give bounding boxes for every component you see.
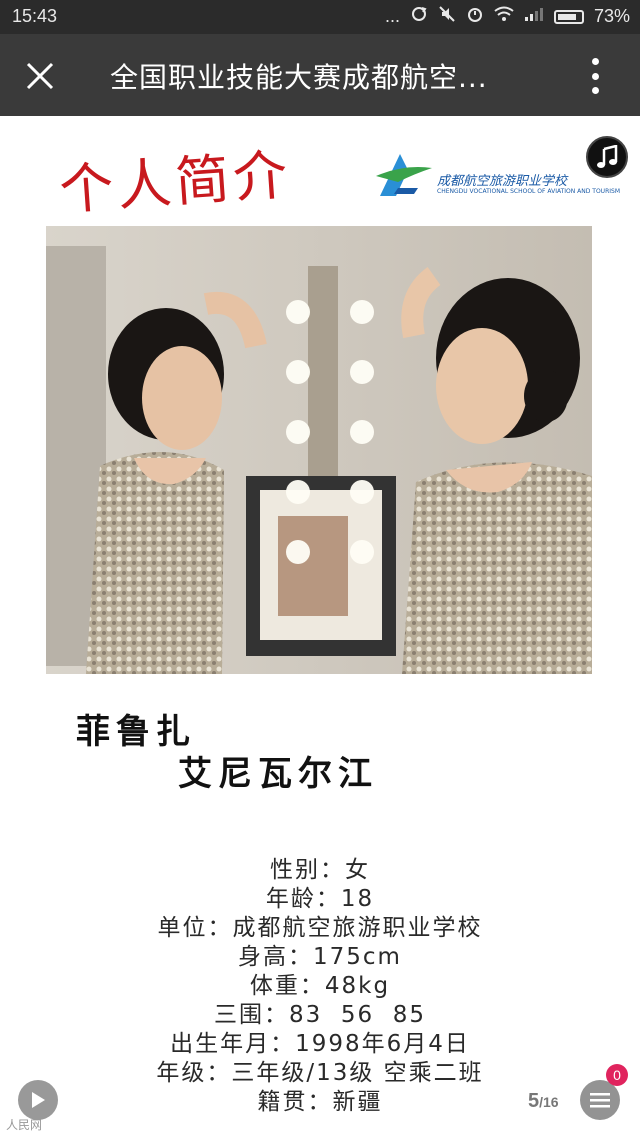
play-icon — [32, 1092, 45, 1108]
page-menu-button[interactable] — [580, 1080, 620, 1120]
watermark: 人民网 — [6, 1118, 43, 1132]
info-grade: 年级：三年级/13级 空乘二班 — [156, 1060, 484, 1086]
music-note-icon — [597, 145, 618, 168]
sync-icon — [410, 5, 428, 28]
close-icon — [26, 62, 54, 90]
more-dot — [591, 58, 599, 65]
battery-percent: 73% — [593, 6, 630, 26]
autoplay-button[interactable] — [18, 1080, 58, 1120]
nav-bar: 全国职业技能大赛成都航空... — [0, 34, 640, 116]
page-title: 全国职业技能大赛成都航空... — [110, 61, 488, 94]
info-weight: 体重：48kg — [249, 973, 391, 999]
info-birth-date: 出生年月：1998年6月4日 — [170, 1031, 470, 1057]
notification-badge: 0 — [606, 1064, 628, 1086]
page-total: /16 — [539, 1094, 559, 1110]
more-dot — [591, 72, 599, 80]
more-dot — [591, 87, 599, 94]
poster-heading: 个人简介 — [57, 142, 294, 223]
person-name-line2: 艾尼瓦尔江 — [178, 754, 378, 794]
portrait-photo — [46, 226, 592, 674]
info-height: 身高：175cm — [238, 944, 402, 970]
school-emblem-icon — [376, 154, 432, 196]
school-name: 成都航空旅游职业学校 — [437, 174, 568, 189]
info-age: 年龄：18 — [265, 886, 375, 912]
status-bar: 15:43 ... 73% — [0, 0, 640, 34]
more-options-button[interactable] — [580, 54, 610, 98]
page-current: 5 — [528, 1090, 540, 1112]
status-icons: ... 73% — [385, 5, 630, 28]
wifi-icon — [494, 6, 514, 27]
page-indicator: 5/16 — [528, 1090, 559, 1113]
battery-icon — [553, 9, 584, 24]
school-name-english: CHENGDU VOCATIONAL SCHOOL OF AVIATION AN… — [437, 188, 620, 195]
mute-icon — [438, 5, 456, 28]
status-time: 15:43 — [12, 6, 58, 26]
notification-dots: ... — [384, 6, 400, 26]
close-button[interactable] — [18, 54, 62, 98]
profile-info: 性别：女 年龄：18 单位：成都航空旅游职业学校 身高：175cm 体重：48k… — [0, 856, 640, 1117]
alarm-icon — [466, 5, 484, 28]
info-gender: 性别：女 — [270, 857, 370, 883]
info-organization: 单位：成都航空旅游职业学校 — [157, 915, 483, 941]
info-measurements: 三围：83 56 85 — [213, 1002, 427, 1028]
menu-icon — [590, 1093, 610, 1108]
music-toggle-button[interactable] — [586, 136, 628, 178]
signal-icon — [524, 6, 544, 27]
